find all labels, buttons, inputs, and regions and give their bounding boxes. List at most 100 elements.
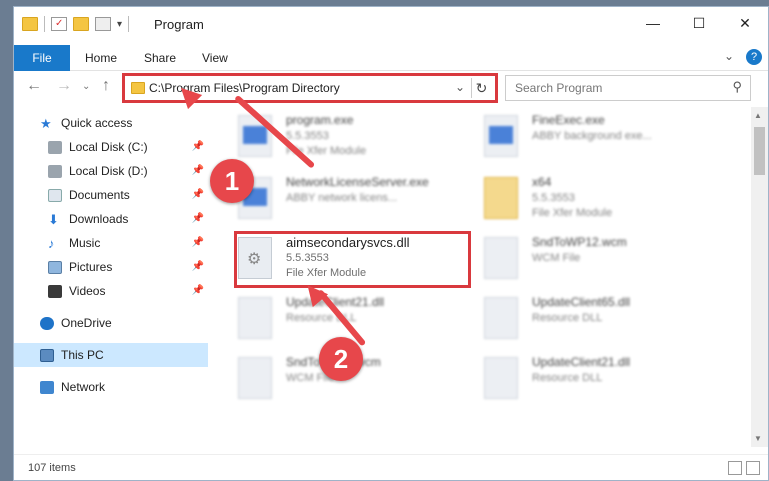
file-name: x64 (532, 175, 552, 189)
network-icon (40, 380, 54, 394)
minimize-button[interactable]: — (630, 7, 676, 39)
sidebar-item-label: Documents (69, 188, 130, 202)
file-name: UpdateClient65.dll (532, 295, 631, 309)
forward-button[interactable]: → (56, 77, 72, 95)
large-icons-view-icon[interactable] (746, 461, 760, 475)
list-item[interactable]: UpdateClient65.dll Resource DLL (484, 293, 724, 349)
title-bar: ✓ ▾ Program — ☐ ✕ (14, 7, 768, 43)
sidebar-item-pictures[interactable]: Pictures 📌 (14, 255, 208, 279)
folder-icon[interactable] (22, 17, 38, 31)
search-placeholder: Search Program (515, 81, 603, 95)
pin-icon[interactable]: 📌 (192, 285, 204, 296)
scroll-down-icon[interactable]: ▼ (754, 434, 762, 443)
pin-icon[interactable]: 📌 (192, 165, 204, 176)
window-title: Program (154, 17, 204, 32)
scrollbar-thumb[interactable] (754, 127, 765, 175)
sidebar-item-quick-access[interactable]: ★ Quick access (14, 111, 208, 135)
sidebar-item-label: Downloads (69, 212, 129, 226)
file-icon (238, 357, 272, 399)
help-icon[interactable]: ? (746, 49, 762, 65)
file-description: File Xfer Module (532, 207, 613, 219)
sidebar-item-videos[interactable]: Videos 📌 (14, 279, 208, 303)
up-button[interactable]: ↑ (102, 77, 110, 95)
maximize-button[interactable]: ☐ (676, 7, 722, 39)
file-description: Resource DLL (532, 372, 603, 384)
sidebar-item-label: Local Disk (D:) (69, 164, 148, 178)
new-folder-icon[interactable] (73, 17, 89, 31)
list-item[interactable]: x64 5.5.3553 File Xfer Module (484, 173, 724, 229)
file-name: UpdateClient21.dll (532, 355, 631, 369)
sidebar-item-documents[interactable]: Documents 📌 (14, 183, 208, 207)
star-icon: ★ (40, 115, 52, 131)
chevron-down-icon[interactable]: ▾ (117, 19, 122, 30)
quick-access-toolbar: ✓ ▾ (22, 16, 130, 32)
pin-icon[interactable]: 📌 (192, 213, 204, 224)
dll-gear-icon (484, 297, 518, 339)
vertical-scrollbar[interactable]: ▲ ▼ (751, 107, 768, 447)
dll-gear-icon (484, 357, 518, 399)
file-description: WCM File (532, 252, 581, 264)
tab-file[interactable]: File (14, 45, 70, 71)
properties-icon[interactable]: ✓ (51, 17, 67, 31)
file-version: 5.5.3553 (286, 130, 329, 142)
file-name: SndToWP12.wcm (532, 235, 627, 249)
pin-icon[interactable]: 📌 (192, 261, 204, 272)
sidebar-item-label: Music (69, 236, 101, 250)
sidebar-item-label: Network (61, 380, 106, 394)
sidebar-item-onedrive[interactable]: OneDrive (14, 311, 208, 335)
pictures-icon (48, 260, 62, 274)
callout-step-2: 2 (319, 337, 363, 381)
sidebar-item-downloads[interactable]: ⬇ Downloads 📌 (14, 207, 208, 231)
recent-locations-button[interactable]: ⌄ (82, 81, 90, 92)
close-button[interactable]: ✕ (722, 7, 768, 39)
list-item[interactable]: FineExec.exe ABBY background exe... (484, 111, 724, 167)
sidebar-item-label: Quick access (61, 116, 133, 130)
customize-toolbar-icon[interactable] (95, 17, 111, 31)
navigation-pane: ★ Quick access Local Disk (C:) 📌 Local D… (14, 107, 208, 447)
pin-icon[interactable]: 📌 (192, 237, 204, 248)
expand-ribbon-icon[interactable]: ⌄ (724, 49, 734, 63)
sidebar-item-local-disk-c[interactable]: Local Disk (C:) 📌 (14, 135, 208, 159)
sidebar-item-label: OneDrive (61, 316, 112, 330)
music-note-icon: ♪ (48, 235, 55, 251)
ribbon: File Home Share View ⌄ ? (14, 43, 768, 71)
drive-icon (48, 140, 62, 154)
sidebar-item-network[interactable]: Network (14, 375, 208, 399)
tab-share[interactable]: Share (144, 51, 176, 65)
file-name: NetworkLicenseServer.exe (286, 175, 429, 189)
sidebar-item-label: Videos (69, 284, 106, 298)
file-icon (484, 237, 518, 279)
file-description: ABBY background exe... (532, 130, 652, 142)
file-description: Resource DLL (532, 312, 603, 324)
pin-icon[interactable]: 📌 (192, 189, 204, 200)
file-name: program.exe (286, 113, 354, 127)
callout-step-1: 1 (210, 159, 254, 203)
tab-view[interactable]: View (202, 51, 228, 65)
list-item[interactable]: UpdateClient21.dll Resource DLL (484, 353, 724, 409)
download-arrow-icon: ⬇ (48, 211, 59, 227)
back-button[interactable]: ← (26, 77, 42, 95)
toolbar-separator (128, 16, 130, 32)
dll-gear-icon (238, 297, 272, 339)
file-list: program.exe 5.5.3553 File Xfer Module Fi… (210, 107, 740, 447)
sidebar-item-music[interactable]: ♪ Music 📌 (14, 231, 208, 255)
tab-home[interactable]: Home (85, 51, 117, 65)
item-count: 107 items (28, 462, 76, 474)
scroll-up-icon[interactable]: ▲ (754, 111, 762, 120)
list-item[interactable]: NetworkLicenseServer.exe ABBY network li… (238, 173, 478, 229)
search-input[interactable]: Search Program ⚲ (505, 75, 751, 101)
search-icon[interactable]: ⚲ (732, 79, 742, 95)
status-bar: 107 items (14, 454, 768, 480)
pin-icon[interactable]: 📌 (192, 141, 204, 152)
sidebar-item-local-disk-d[interactable]: Local Disk (D:) 📌 (14, 159, 208, 183)
details-view-icon[interactable] (728, 461, 742, 475)
list-item[interactable]: program.exe 5.5.3553 File Xfer Module (238, 111, 478, 167)
computer-icon (40, 348, 54, 362)
documents-icon (48, 188, 62, 202)
folder-icon (484, 177, 518, 219)
list-item[interactable]: SndToWP12.wcm WCM File (484, 233, 724, 289)
drive-icon (48, 164, 62, 178)
address-row: ← → ⌄ ↑ C:\Program Files\Program Directo… (14, 71, 768, 103)
sidebar-item-this-pc[interactable]: This PC (14, 343, 208, 367)
file-highlight-box (234, 231, 471, 288)
